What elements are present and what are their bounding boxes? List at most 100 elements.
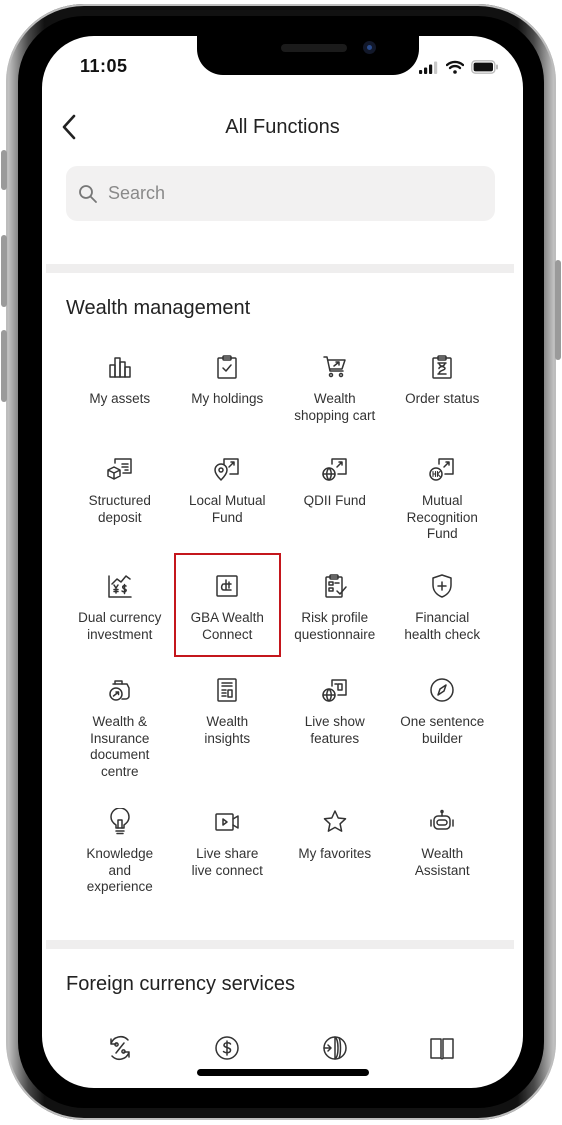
function-label: Wealth shopping cart — [294, 391, 376, 423]
function-label: Structured deposit — [88, 493, 151, 525]
clipboard-hourglass-icon — [432, 355, 452, 379]
section-title-foreign-currency: Foreign currency services — [66, 973, 295, 995]
hk-fund-icon — [429, 458, 454, 481]
notch — [197, 36, 419, 75]
function-item-dual-currency-investment[interactable]: Dual currency investment — [66, 553, 174, 657]
function-icon-wrap — [105, 571, 135, 601]
function-label: Wealth & Insurance document centre — [90, 714, 150, 779]
volume-up-button — [1, 235, 7, 307]
percent-exchange-icon — [110, 1036, 130, 1060]
clipboard-check-icon — [217, 355, 237, 379]
yen-dollar-chart-icon — [108, 575, 132, 598]
function-label: Mutual Recognition Fund — [406, 493, 478, 541]
screen: 11:05 All Functions Search Wealth manage… — [42, 36, 523, 1088]
section-divider — [46, 940, 514, 949]
function-item-wealth-insights[interactable]: Wealth insights — [174, 657, 282, 789]
function-label: Knowledge and experience — [86, 846, 154, 894]
mute-switch — [1, 150, 7, 190]
function-item-my-favorites[interactable]: My favorites — [281, 789, 389, 901]
function-icon-wrap — [212, 352, 242, 382]
function-icon-wrap — [212, 454, 242, 484]
globe-fund-icon — [322, 458, 347, 481]
search-bar[interactable] — [66, 166, 495, 221]
function-label: Risk profile questionnaire — [294, 610, 376, 642]
function-item-structured-deposit[interactable]: Structured deposit — [66, 436, 174, 553]
battery-icon — [471, 60, 498, 74]
video-camera-icon — [215, 813, 239, 831]
volume-down-button — [1, 330, 7, 402]
function-item-financial-health-check[interactable]: Financial health check — [389, 553, 497, 657]
function-item-one-sentence-builder[interactable]: One sentence builder — [389, 657, 497, 789]
function-icon-wrap — [427, 807, 457, 837]
questionnaire-icon — [325, 574, 347, 598]
function-item-wealth-and-insurance-document-centre[interactable]: Wealth & Insurance document centre — [66, 657, 174, 789]
location-fund-icon — [214, 458, 239, 481]
shield-plus-icon — [432, 574, 452, 598]
structured-deposit-icon — [107, 458, 132, 480]
star-icon — [323, 810, 346, 832]
function-label: One sentence builder — [400, 714, 485, 746]
robot-icon — [430, 809, 454, 830]
function-item-live-show-features[interactable]: Live show features — [281, 657, 389, 789]
function-item-local-mutual-fund[interactable]: Local Mutual Fund — [174, 436, 282, 553]
function-icon-wrap — [105, 807, 135, 837]
function-item-gba-wealth-connect[interactable]: GBA Wealth Connect — [173, 553, 281, 657]
function-item-my-holdings[interactable]: My holdings — [174, 334, 282, 436]
function-item-live-share-live-connect[interactable]: Live share live connect — [174, 789, 282, 901]
nav-bar: All Functions — [42, 108, 523, 148]
function-item-qdii-fund[interactable]: QDII Fund — [281, 436, 389, 553]
section-title-wealth-management: Wealth management — [66, 297, 251, 319]
function-item-knowledge-and-experience[interactable]: Knowledge and experience — [66, 789, 174, 901]
gba-connect-icon — [216, 575, 238, 597]
home-indicator[interactable] — [197, 1069, 369, 1076]
function-icon-wrap — [427, 454, 457, 484]
dollar-circle-icon — [215, 1036, 239, 1060]
search-input[interactable] — [106, 182, 470, 205]
function-icon-wrap — [212, 675, 242, 705]
function-icon-wrap — [105, 454, 135, 484]
function-label: Financial health check — [404, 610, 481, 642]
function-label: My holdings — [191, 391, 264, 406]
foreign-currency-item-book[interactable] — [389, 1034, 497, 1062]
function-label: My favorites — [298, 846, 372, 861]
newspaper-icon — [217, 678, 237, 702]
function-label: Wealth insights — [204, 714, 251, 746]
search-icon — [79, 184, 97, 203]
function-icon-wrap — [320, 352, 350, 382]
function-item-mutual-recognition-fund[interactable]: Mutual Recognition Fund — [389, 436, 497, 553]
front-camera — [363, 41, 376, 54]
foreign-currency-item-dollar-circle[interactable] — [174, 1034, 282, 1062]
function-label: Local Mutual Fund — [188, 493, 266, 525]
status-time: 11:05 — [80, 56, 128, 76]
function-icon-wrap — [320, 571, 350, 601]
bar-chart-icon — [109, 357, 131, 378]
function-item-risk-profile-questionnaire[interactable]: Risk profile questionnaire — [281, 553, 389, 657]
status-icons — [419, 60, 499, 74]
function-icon-wrap — [212, 571, 242, 601]
function-icon-wrap — [105, 675, 135, 705]
function-icon-wrap — [320, 454, 350, 484]
function-item-order-status[interactable]: Order status — [389, 334, 497, 436]
function-label: My assets — [89, 391, 151, 406]
function-icon-wrap — [105, 352, 135, 382]
function-icon-wrap — [320, 675, 350, 705]
foreign-currency-item-globe-transfer[interactable] — [281, 1034, 389, 1062]
function-label: Live share live connect — [191, 846, 263, 878]
function-label: QDII Fund — [303, 493, 366, 508]
foreign-currency-grid — [66, 1034, 496, 1062]
foreign-currency-item-percent-exchange[interactable] — [66, 1034, 174, 1062]
function-icon-wrap — [427, 675, 457, 705]
shopping-cart-icon — [323, 356, 346, 378]
function-item-my-assets[interactable]: My assets — [66, 334, 174, 436]
function-icon-wrap — [212, 807, 242, 837]
lightbulb-icon — [110, 808, 130, 835]
function-label: Dual currency investment — [78, 610, 162, 642]
function-label: Wealth Assistant — [414, 846, 470, 878]
function-label: GBA Wealth Connect — [190, 610, 264, 642]
function-item-wealth-shopping-cart[interactable]: Wealth shopping cart — [281, 334, 389, 436]
function-item-wealth-assistant[interactable]: Wealth Assistant — [389, 789, 497, 901]
function-label: Order status — [405, 391, 480, 406]
document-centre-icon — [109, 680, 130, 701]
globe-transfer-icon — [323, 1036, 347, 1060]
function-label: Live show features — [304, 714, 365, 746]
